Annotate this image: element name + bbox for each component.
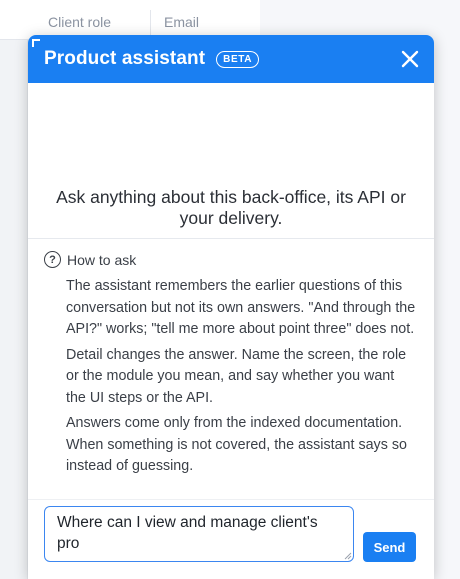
assistant-panel: Product assistant BETA Ask anything abou… [28, 35, 434, 579]
help-paragraph: The assistant remembers the earlier ques… [66, 278, 416, 337]
intro-text: Ask anything about this back-office, its… [56, 187, 406, 228]
send-button[interactable]: Send [363, 532, 416, 562]
background-row-strip [0, 40, 28, 579]
composer: Send [28, 499, 434, 579]
how-to-ask-paragraphs: The assistant remembers the earlier ques… [66, 276, 416, 482]
how-to-ask-title: How to ask [67, 251, 137, 268]
column-email: Email [164, 14, 200, 30]
how-to-ask-section: ? How to ask The assistant remembers the… [28, 238, 434, 499]
drag-corner-icon[interactable] [32, 39, 40, 47]
assistant-title: Product assistant [44, 48, 206, 69]
assistant-body: Ask anything about this back-office, its… [28, 83, 434, 499]
background-table-header: Client role Email [0, 0, 260, 40]
close-icon[interactable] [400, 49, 420, 69]
close-button[interactable] [400, 49, 420, 69]
help-paragraph: Answers come only from the indexed docum… [66, 415, 407, 474]
help-paragraph: Detail changes the answer. Name the scre… [66, 346, 407, 406]
question-input[interactable] [44, 506, 354, 562]
beta-badge: BETA [216, 50, 260, 68]
how-to-ask-header: ? How to ask [44, 251, 136, 268]
assistant-header: Product assistant BETA [28, 35, 434, 83]
question-circle-icon: ? [44, 251, 61, 268]
column-client-role: Client role [48, 14, 112, 30]
